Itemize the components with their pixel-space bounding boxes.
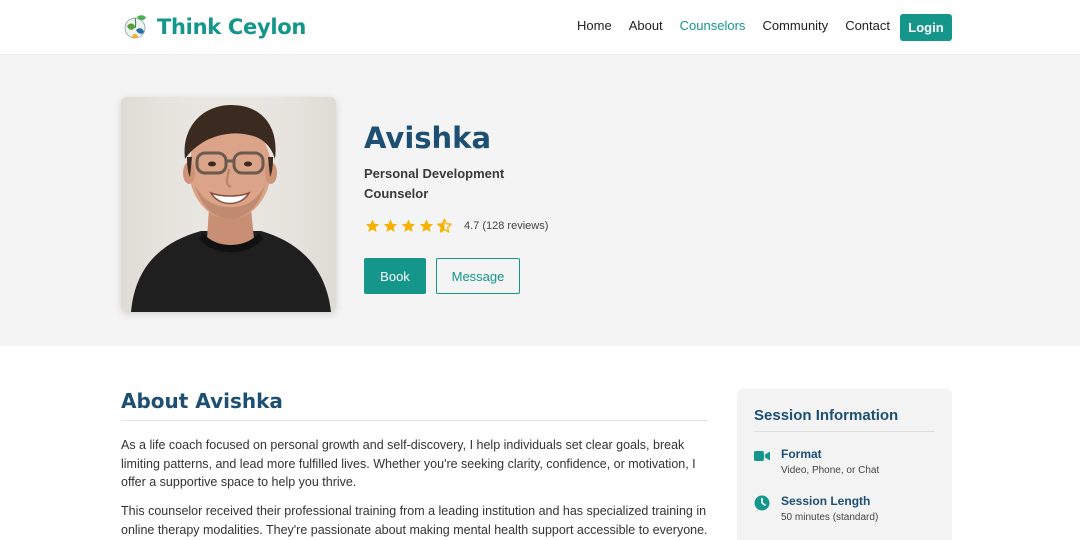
star-icon [419,219,434,232]
session-format-label: Format [781,447,822,461]
star-icon [365,219,380,232]
about-title: About Avishka [121,389,283,413]
session-length-label: Session Length [781,494,871,508]
book-button[interactable]: Book [364,258,426,294]
nav-item-home[interactable]: Home [577,18,612,33]
main-nav: Home About Counselors Community Contact [577,18,907,33]
session-info-title: Session Information [754,407,899,424]
nav-item-contact[interactable]: Contact [845,18,890,33]
globe-leaf-icon [124,15,146,39]
site-header: Think Ceylon Home About Counselors Commu… [0,0,1080,55]
login-button[interactable]: Login [900,14,952,41]
nav-item-community[interactable]: Community [762,18,828,33]
session-format-value: Video, Phone, or Chat [781,465,880,476]
clock-icon [754,495,770,511]
rating-text: 4.7 (128 reviews) [464,220,549,232]
about-paragraph: This counselor received their profession… [121,504,708,537]
counselor-name: Avishka [364,121,492,155]
message-button[interactable]: Message [436,258,520,294]
profile-hero: Avishka Personal Development Counselor 4… [0,55,1080,346]
session-length-value: 50 minutes (standard) [781,512,879,523]
brand[interactable]: Think Ceylon [123,12,306,42]
nav-item-counselors[interactable]: Counselors [680,18,746,33]
star-icon [401,219,416,232]
session-info-divider [754,431,935,432]
nav-item-about[interactable]: About [629,18,663,33]
session-info-card: Session Information Format Video, Phone,… [737,389,952,540]
star-icon [383,219,398,232]
star-half-icon [437,218,452,233]
about-paragraph: As a life coach focused on personal grow… [121,438,696,489]
rating-stars [364,218,454,234]
counselor-photo [121,97,336,312]
counselor-role: Personal Development Counselor [364,166,505,201]
brand-name: Think Ceylon [157,15,307,39]
about-divider [121,420,708,421]
rating: 4.7 (128 reviews) [364,218,548,234]
video-camera-icon [754,451,770,461]
